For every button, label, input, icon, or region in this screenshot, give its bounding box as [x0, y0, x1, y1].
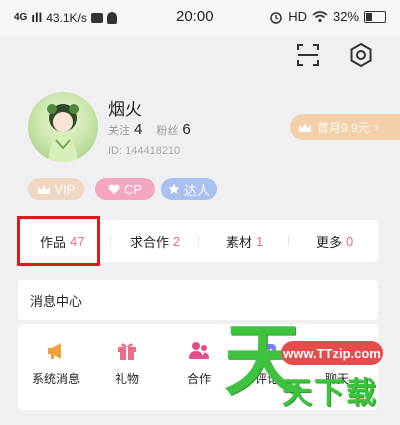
expert-badge[interactable]: 达人 [161, 178, 217, 200]
network-speed: 43.1K/s [46, 10, 87, 25]
user-id: ID: 144418210 [108, 145, 181, 157]
tab-material[interactable]: 素材 1 [226, 220, 263, 262]
avatar-illustration [47, 104, 79, 162]
alarm-icon [270, 11, 282, 24]
user-stats: 关注 4 粉丝 6 [108, 121, 201, 138]
tab-collab[interactable]: 求合作 2 [130, 220, 180, 262]
wifi-icon [312, 10, 328, 22]
system-message-button[interactable]: 系统消息 [21, 340, 91, 387]
gift-button[interactable]: 礼物 [92, 340, 162, 387]
tab-divider [288, 236, 289, 246]
gift-icon [118, 343, 136, 360]
status-left: 4G ıll 43.1K/s [14, 10, 117, 25]
highlight-box [17, 216, 100, 266]
tab-collab-count: 2 [173, 233, 181, 249]
megaphone-icon [48, 343, 61, 359]
tab-more-label: 更多 [316, 234, 343, 250]
clock: 20:00 [176, 8, 214, 25]
username: 烟火 [108, 100, 142, 119]
gift-label: 礼物 [114, 372, 139, 386]
battery-icon [364, 10, 386, 23]
expert-badge-label: 达人 [183, 182, 210, 198]
vip-badge[interactable]: VIP [28, 178, 84, 200]
collab-label: 合作 [186, 372, 211, 386]
avatar[interactable] [28, 92, 98, 162]
qq-icon [106, 11, 117, 24]
status-bar: 4G ıll 43.1K/s 20:00 HD 32% [0, 0, 400, 36]
tab-collab-label: 求合作 [130, 234, 170, 250]
following-label[interactable]: 关注 [108, 122, 130, 138]
cp-badge[interactable]: CP [95, 178, 155, 200]
vip-badge-label: VIP [54, 181, 76, 197]
battery-percent: 32% [332, 9, 359, 24]
settings-icon[interactable] [346, 40, 376, 70]
membership-promo-button[interactable]: 首月9.9元 › [290, 114, 400, 140]
tab-divider [110, 236, 111, 246]
hd-indicator: HD [288, 9, 307, 24]
crown-icon [37, 184, 50, 194]
tab-material-label: 素材 [226, 234, 253, 250]
tab-more-count: 0 [346, 233, 354, 249]
message-center-title: 消息中心 [30, 293, 83, 309]
cp-badge-label: CP [123, 181, 143, 197]
watermark-url: www.TTzip.com [281, 341, 383, 365]
video-icon [90, 12, 103, 23]
system-message-label: 系统消息 [31, 372, 80, 386]
tab-more[interactable]: 更多 0 [316, 220, 353, 262]
heart-icon [108, 184, 120, 194]
people-icon [189, 342, 209, 359]
star-icon [168, 183, 180, 194]
crown-icon [299, 122, 311, 132]
signal-icon: ıll [31, 10, 43, 25]
fans-label[interactable]: 粉丝 [156, 122, 178, 138]
network-type: 4G [14, 12, 28, 23]
promo-label: 首月9.9元 [317, 120, 370, 135]
fans-count[interactable]: 6 [182, 121, 190, 138]
following-count[interactable]: 4 [134, 121, 142, 138]
status-right: HD 32% [269, 9, 386, 24]
watermark-brand: 天下载 [282, 376, 378, 411]
message-center-header[interactable]: 消息中心 [18, 280, 378, 320]
tab-material-count: 1 [256, 233, 264, 249]
tab-divider [198, 236, 199, 246]
phone-screen: 4G ıll 43.1K/s 20:00 HD 32% 烟火 关注 4 粉丝 6… [0, 0, 400, 425]
scan-icon[interactable] [293, 40, 323, 70]
chevron-right-icon: › [374, 120, 379, 134]
